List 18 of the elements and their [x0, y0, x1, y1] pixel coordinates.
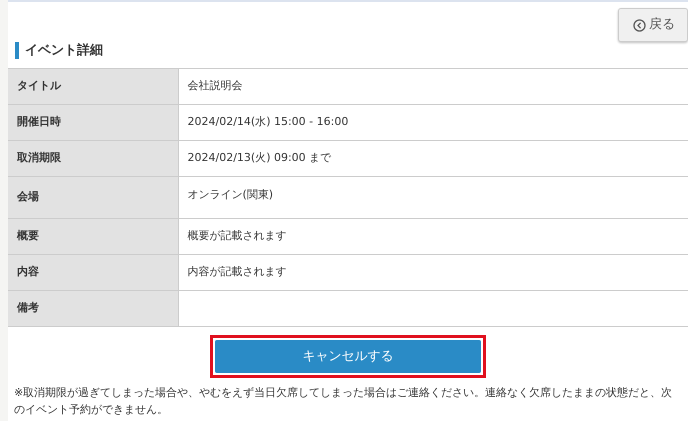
- field-label: 会場: [8, 176, 178, 218]
- field-label: 備考: [8, 290, 178, 326]
- notice-text: ※取消期限が過ぎてしまった場合や、やむをえず当日欠席してしまった場合はご連絡ください。連絡なく欠席したままの状態だと、次のイベント予約ができません。: [14, 385, 674, 418]
- field-label: 開催日時: [8, 104, 178, 140]
- field-label: 取消期限: [8, 140, 178, 176]
- field-label: 概要: [8, 218, 178, 254]
- field-label: 内容: [8, 254, 178, 290]
- field-value: 会社説明会: [178, 68, 688, 104]
- field-value: 2024/02/13(火) 09:00 まで: [178, 140, 688, 176]
- field-value: 内容が記載されます: [178, 254, 688, 290]
- chevron-circle-icon: [633, 18, 646, 32]
- field-value: オンライン(関東): [178, 176, 688, 218]
- back-button[interactable]: 戻る: [618, 8, 688, 42]
- field-label: タイトル: [8, 68, 178, 104]
- section-heading: イベント詳細: [15, 42, 688, 59]
- cancel-button[interactable]: キャンセルする: [215, 340, 481, 373]
- field-value: 概要が記載されます: [178, 218, 688, 254]
- field-value: 2024/02/14(水) 15:00 - 16:00: [178, 104, 688, 140]
